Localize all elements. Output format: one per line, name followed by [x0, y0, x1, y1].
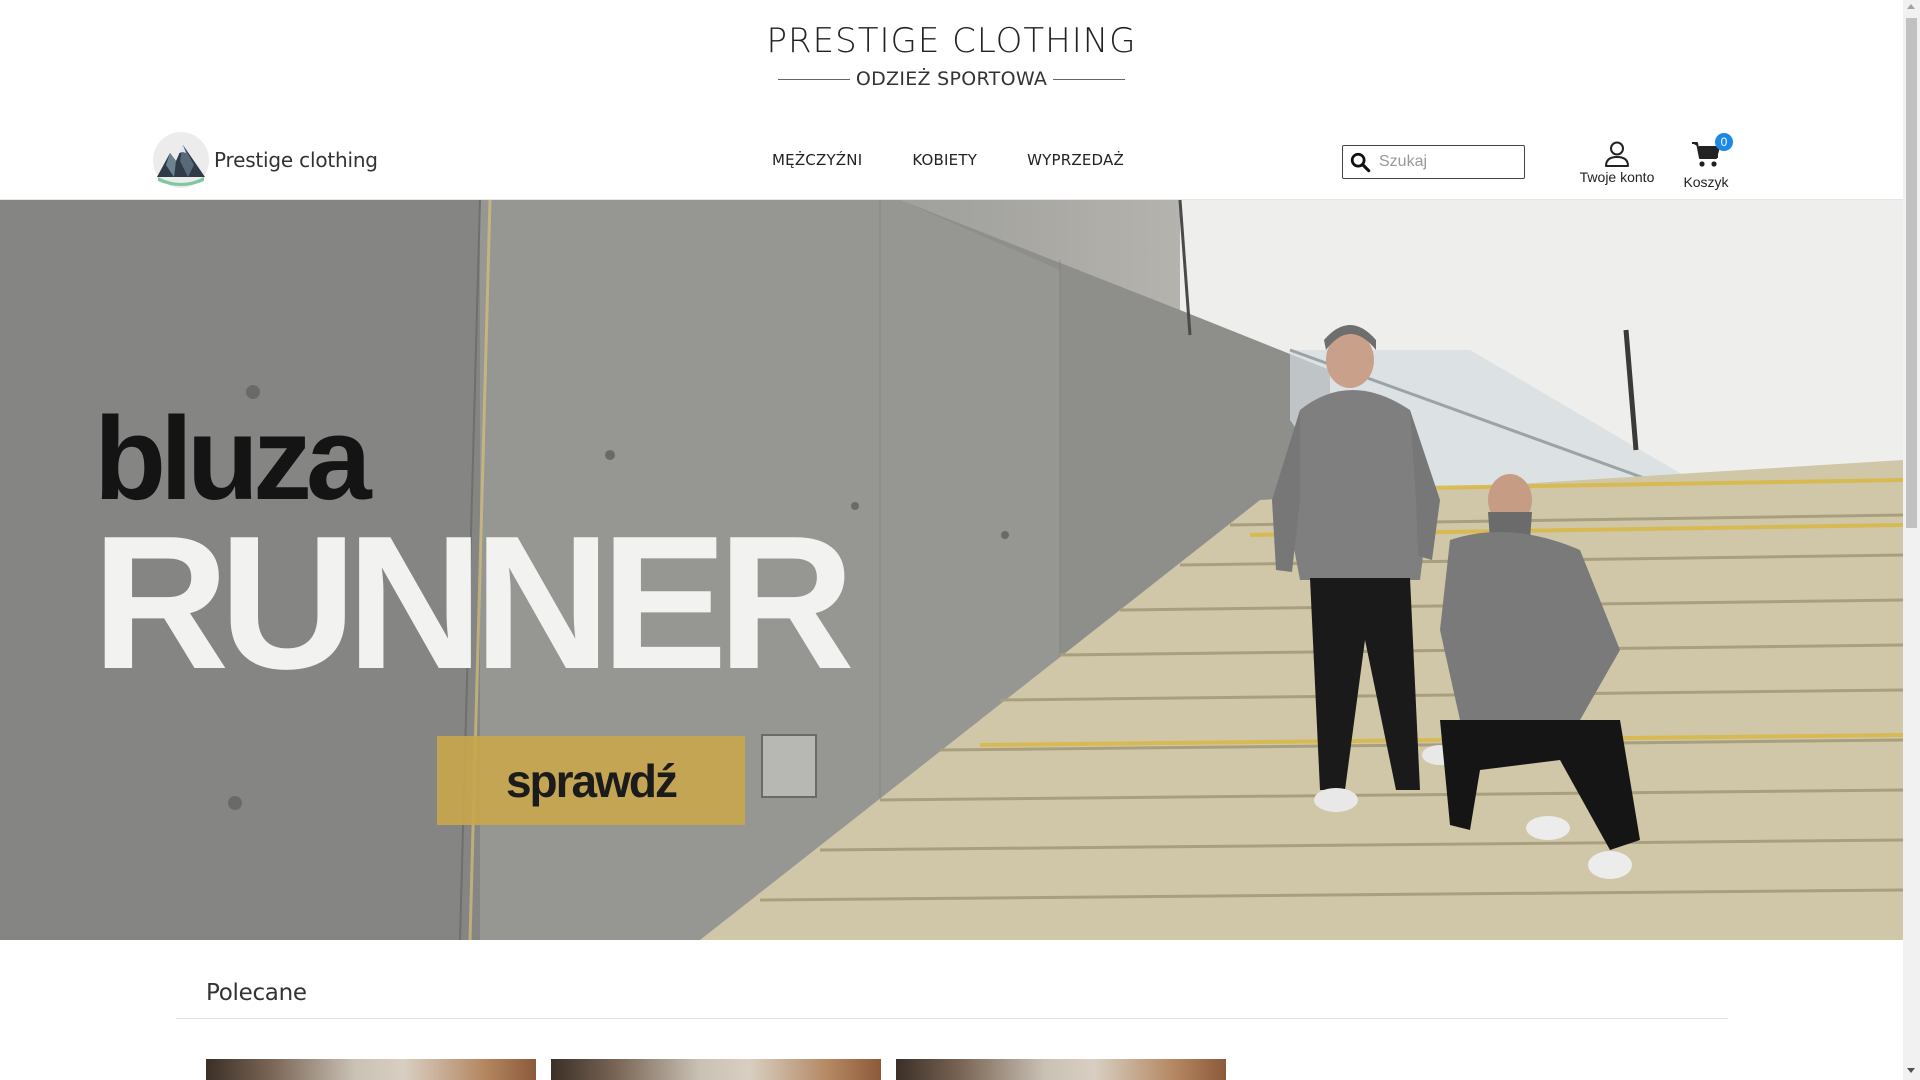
nav-item-sale[interactable]: WYPRZEDAŻ [1027, 151, 1124, 169]
search-input[interactable] [1377, 152, 1521, 172]
brand-subtitle: ODZIEŻ SPORTOWA [855, 68, 1048, 90]
main-content: PRESTIGE CLOTHING ODZIEŻ SPORTOWA Presti… [0, 0, 1903, 1080]
account-label: Twoje konto [1579, 169, 1655, 185]
search-box[interactable] [1342, 145, 1525, 179]
scroll-thumb[interactable] [1906, 18, 1917, 528]
recommended-divider [176, 1018, 1728, 1019]
brand-divider-right [1053, 78, 1126, 80]
hero-word-big: RUNNER [92, 497, 855, 709]
product-card-1[interactable] [206, 1059, 536, 1080]
navbar: Prestige clothing MĘŻCZYŹNI KOBIETY WYPR… [0, 125, 1903, 200]
product-card-2[interactable] [551, 1059, 881, 1080]
brand-subtitle-row: ODZIEŻ SPORTOWA [0, 68, 1903, 90]
account-button[interactable]: Twoje konto [1572, 139, 1662, 185]
product-card-3[interactable] [896, 1059, 1226, 1080]
mountain-logo-icon [153, 132, 209, 188]
brand-header: PRESTIGE CLOTHING ODZIEŻ SPORTOWA [0, 18, 1903, 90]
page: PRESTIGE CLOTHING ODZIEŻ SPORTOWA Presti… [0, 0, 1920, 1080]
recommended-title: Polecane [206, 980, 307, 1006]
brand-title[interactable]: PRESTIGE CLOTHING [0, 18, 1903, 64]
site-logo[interactable]: Prestige clothing [152, 131, 378, 189]
logo-text: Prestige clothing [214, 148, 378, 172]
scroll-up-arrow-icon[interactable] [1907, 4, 1915, 9]
cart-button[interactable]: 0 Koszyk [1666, 133, 1746, 190]
cart-label: Koszyk [1683, 174, 1729, 190]
cart-count-badge: 0 [1715, 133, 1733, 151]
user-icon [1605, 141, 1629, 167]
cart-icon-wrap: 0 [1691, 133, 1733, 169]
hero-cta-button[interactable]: sprawdź [437, 736, 745, 825]
page-scrollbar[interactable] [1903, 0, 1920, 1080]
search-icon[interactable] [1349, 151, 1371, 173]
brand-divider-left [777, 78, 850, 80]
hero-banner[interactable]: bluza RUNNER sprawdź [0, 200, 1903, 940]
main-nav: MĘŻCZYŹNI KOBIETY WYPRZEDAŻ [772, 151, 1124, 169]
nav-item-women[interactable]: KOBIETY [912, 151, 977, 169]
nav-item-men[interactable]: MĘŻCZYŹNI [772, 151, 862, 169]
scroll-down-arrow-icon[interactable] [1907, 1068, 1915, 1073]
